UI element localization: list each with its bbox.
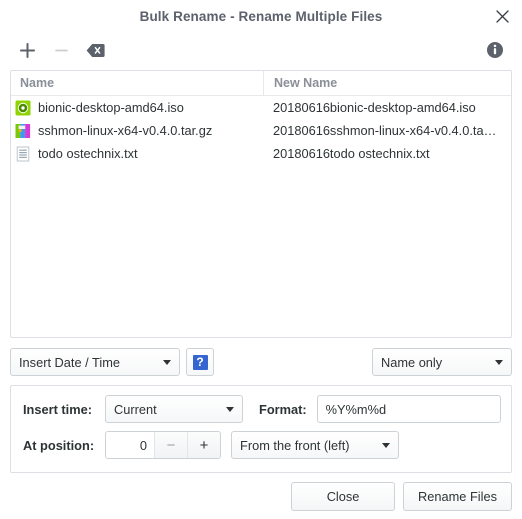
at-position-increment[interactable]: + (187, 432, 220, 458)
text-file-icon (15, 146, 31, 162)
table-row[interactable]: todo ostechnix.txt 20180616todo ostechni… (11, 142, 511, 165)
file-name-cell: bionic-desktop-amd64.iso (11, 96, 263, 119)
settings-frame: Insert time: Current Format: At position… (10, 385, 512, 473)
file-new-name-cell: 20180616sshmon-linux-x64-v0.4.0.ta… (273, 123, 497, 138)
chevron-down-icon (495, 359, 503, 365)
page-title: Bulk Rename - Rename Multiple Files (139, 8, 383, 24)
options-row: Insert Date / Time ? Name only (10, 348, 512, 376)
insert-time-dropdown[interactable]: Current (105, 395, 243, 423)
titlebar: Bulk Rename - Rename Multiple Files (0, 0, 522, 32)
dialog-actions: Close Rename Files (0, 473, 522, 519)
insert-time-value: Current (114, 401, 157, 417)
at-position-label: At position: (23, 437, 95, 453)
rename-scope-dropdown[interactable]: Name only (372, 348, 512, 376)
rename-scope-value: Name only (381, 354, 443, 370)
iso-disc-icon (15, 100, 31, 116)
format-label: Format: (259, 401, 307, 417)
chevron-down-icon (382, 442, 390, 448)
file-list[interactable]: Name New Name bionic-desktop-amd64.iso 2… (10, 70, 512, 338)
clear-icon (86, 43, 105, 57)
insert-time-row: Insert time: Current Format: (23, 394, 501, 424)
file-name-text: bionic-desktop-amd64.iso (38, 100, 184, 115)
add-files-button[interactable] (10, 35, 44, 65)
at-position-stepper[interactable]: − + (105, 431, 221, 459)
toolbar (0, 32, 522, 68)
close-icon[interactable] (490, 4, 514, 28)
table-row[interactable]: bionic-desktop-amd64.iso 20180616bionic-… (11, 96, 511, 119)
clear-all-button[interactable] (78, 35, 112, 65)
bulk-rename-dialog: Bulk Rename - Rename Multiple Files Name… (0, 0, 522, 519)
file-new-name-cell: 20180616bionic-desktop-amd64.iso (273, 100, 476, 115)
file-list-body: bionic-desktop-amd64.iso 20180616bionic-… (11, 96, 511, 165)
insert-time-label: Insert time: (23, 401, 92, 417)
file-name-text: todo ostechnix.txt (38, 146, 138, 161)
close-button[interactable]: Close (291, 481, 396, 511)
at-position-row: At position: − + From the front (left) (23, 430, 501, 460)
chevron-down-icon (226, 406, 234, 412)
file-list-header: Name New Name (11, 71, 511, 96)
file-new-name-cell: 20180616todo ostechnix.txt (273, 146, 430, 161)
rename-files-button[interactable]: Rename Files (403, 481, 512, 511)
help-button[interactable]: ? (186, 348, 214, 376)
file-name-cell: sshmon-linux-x64-v0.4.0.tar.gz (11, 119, 263, 142)
remove-files-button[interactable] (44, 35, 78, 65)
column-header-name[interactable]: Name (11, 71, 263, 95)
file-name-cell: todo ostechnix.txt (11, 142, 263, 165)
at-position-decrement[interactable]: − (154, 432, 187, 458)
minus-icon (54, 49, 68, 51)
archive-icon (15, 123, 31, 139)
column-header-new-name[interactable]: New Name (263, 71, 511, 95)
table-row[interactable]: sshmon-linux-x64-v0.4.0.tar.gz 20180616s… (11, 119, 511, 142)
info-icon (487, 42, 503, 58)
position-direction-dropdown[interactable]: From the front (left) (231, 431, 399, 459)
chevron-down-icon (163, 359, 171, 365)
format-input[interactable] (316, 395, 501, 423)
rename-action-value: Insert Date / Time (19, 354, 120, 370)
position-direction-value: From the front (left) (240, 437, 350, 453)
file-name-text: sshmon-linux-x64-v0.4.0.tar.gz (38, 123, 213, 138)
info-button[interactable] (478, 35, 512, 65)
at-position-input[interactable] (106, 432, 154, 458)
plus-icon (19, 42, 35, 58)
question-mark-icon: ? (192, 354, 208, 370)
rename-action-dropdown[interactable]: Insert Date / Time (10, 348, 180, 376)
